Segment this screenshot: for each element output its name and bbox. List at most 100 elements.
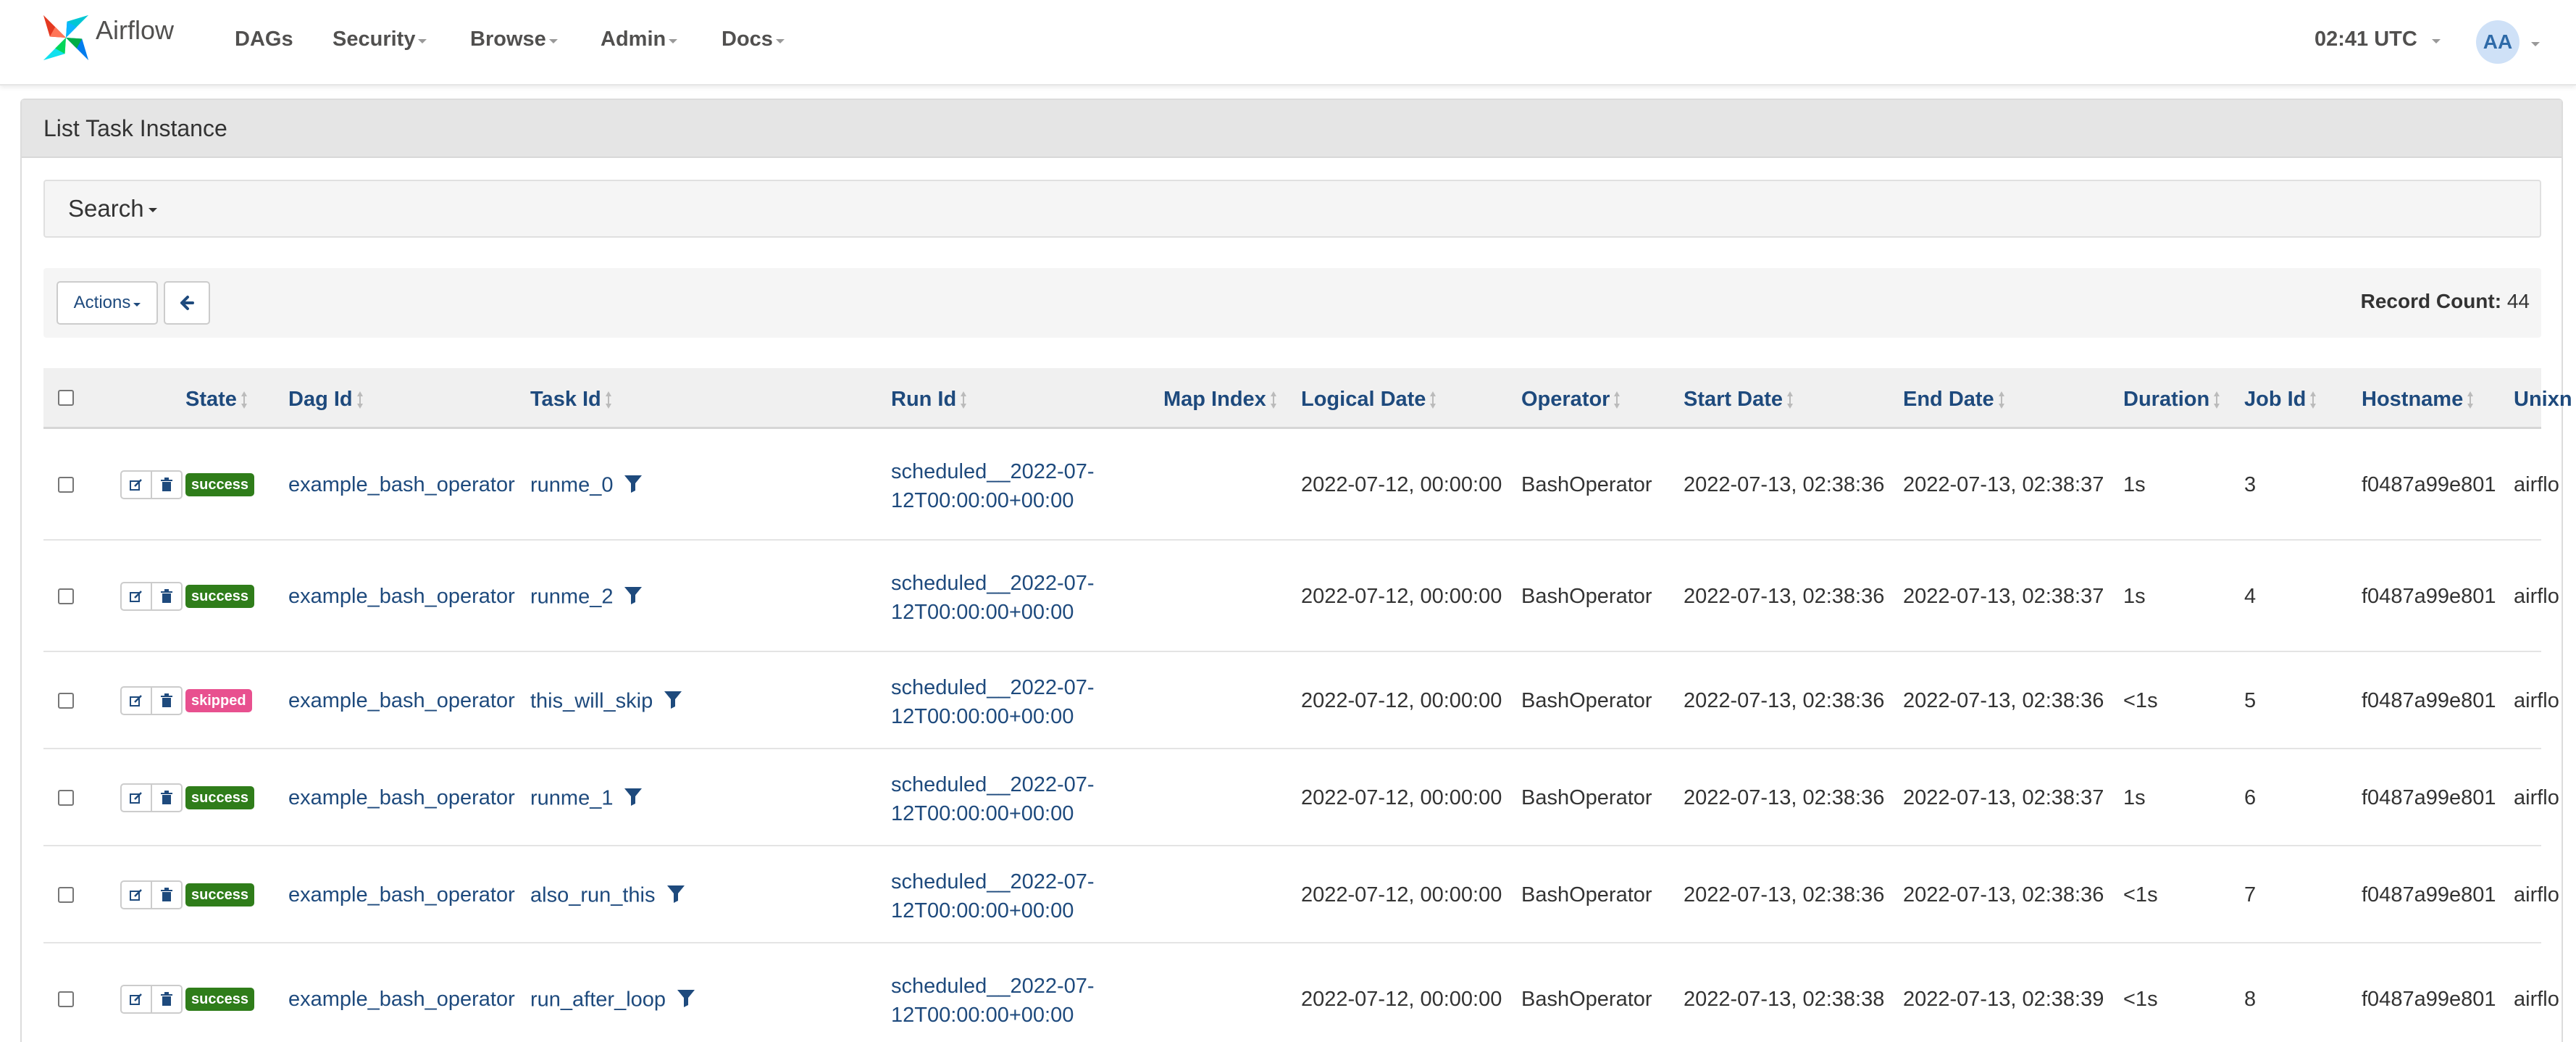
delete-record-button[interactable] [151,985,183,1014]
nav-dags[interactable]: DAGs [235,28,293,51]
col-state[interactable]: State [185,388,247,412]
edit-record-button[interactable] [120,470,152,499]
dag-id-link[interactable]: example_bash_operator [288,883,515,907]
run-id-link[interactable]: scheduled__2022-07- 12T00:00:00+00:00 [891,770,1095,828]
row-checkbox[interactable] [58,887,74,903]
edit-record-button[interactable] [120,880,152,909]
sort-icon [1787,391,1793,409]
duration-cell: <1s [2123,883,2158,906]
chevron-down-icon [418,38,427,43]
chevron-down-icon[interactable] [2531,42,2540,46]
task-id-cell: runme_0 [530,473,643,499]
dag-id-link[interactable]: example_bash_operator [288,689,515,713]
table-row: success example_bash_operator runme_2 sched… [43,541,2559,652]
state-badge[interactable]: success [185,883,254,906]
col-dag-id[interactable]: Dag Id [288,388,363,412]
delete-record-button[interactable] [151,582,183,611]
edit-record-button[interactable] [120,686,152,715]
state-badge[interactable]: skipped [185,689,252,712]
start-date-cell: 2022-07-13, 02:38:36 [1684,689,1885,712]
col-map-index[interactable]: Map Index [1163,388,1276,412]
filter-icon[interactable] [676,988,696,1014]
hostname-cell: f0487a99e801 [2362,988,2496,1011]
filter-icon[interactable] [623,585,643,611]
search-toggle[interactable]: Search [43,180,2541,238]
filter-icon[interactable] [623,473,643,499]
col-logical-date[interactable]: Logical Date [1301,388,1437,412]
state-badge[interactable]: success [185,473,254,496]
state-badge[interactable]: success [185,786,254,809]
run-id-link[interactable]: scheduled__2022-07- 12T00:00:00+00:00 [891,972,1095,1030]
nav-docs[interactable]: Docs [722,28,785,51]
row-checkbox[interactable] [58,790,74,806]
row-checkbox[interactable] [58,991,74,1007]
delete-record-button[interactable] [151,686,183,715]
task-id-link[interactable]: runme_0 [530,474,613,497]
dag-id-link[interactable]: example_bash_operator [288,473,515,497]
nav-security[interactable]: Security [333,28,427,51]
dag-id-link[interactable]: example_bash_operator [288,585,515,609]
unixname-cell: airflo [2514,883,2559,906]
back-button[interactable] [164,281,210,325]
delete-record-button[interactable] [151,783,183,812]
task-id-link[interactable]: this_will_skip [530,690,653,713]
task-id-link[interactable]: runme_2 [530,585,613,609]
col-task-id[interactable]: Task Id [530,388,611,412]
sort-icon [1614,391,1621,409]
timezone-clock[interactable]: 02:41 UTC [2314,28,2441,51]
col-hostname[interactable]: Hostname [2362,388,2474,412]
run-id-line: scheduled__2022-07- [891,572,1095,595]
run-id-link[interactable]: scheduled__2022-07- 12T00:00:00+00:00 [891,867,1095,925]
sort-icon [1998,391,2004,409]
run-id-link[interactable]: scheduled__2022-07- 12T00:00:00+00:00 [891,673,1095,731]
delete-record-button[interactable] [151,880,183,909]
brand-name: Airflow [96,15,175,45]
chevron-down-icon [148,208,157,212]
dag-id-link[interactable]: example_bash_operator [288,988,515,1012]
logical-date-cell: 2022-07-12, 00:00:00 [1301,473,1502,496]
filter-icon[interactable] [666,883,686,909]
nav-browse[interactable]: Browse [470,28,558,51]
select-all-checkbox[interactable] [58,390,74,406]
user-avatar[interactable]: AA [2476,20,2519,64]
col-job-id[interactable]: Job Id [2244,388,2317,412]
row-checkbox[interactable] [58,693,74,709]
run-id-link[interactable]: scheduled__2022-07- 12T00:00:00+00:00 [891,569,1095,627]
row-checkbox[interactable] [58,477,74,493]
nav-admin[interactable]: Admin [601,28,678,51]
col-operator[interactable]: Operator [1521,388,1621,412]
actions-button[interactable]: Actions [57,281,158,325]
unixname-cell: airflo [2514,689,2559,712]
task-id-link[interactable]: runme_1 [530,787,613,810]
filter-icon[interactable] [663,689,683,715]
run-id-line: scheduled__2022-07- [891,975,1095,998]
run-id-link[interactable]: scheduled__2022-07- 12T00:00:00+00:00 [891,457,1095,515]
edit-record-button[interactable] [120,783,152,812]
panel-title: List Task Instance [22,100,2562,158]
edit-record-button[interactable] [120,985,152,1014]
job-id-cell: 8 [2244,988,2257,1011]
trash-icon [161,791,172,804]
col-start-date[interactable]: Start Date [1684,388,1793,412]
col-duration[interactable]: Duration [2123,388,2220,412]
nav-admin-label: Admin [601,28,666,51]
delete-record-button[interactable] [151,470,183,499]
edit-icon [130,591,142,602]
edit-icon [130,889,142,901]
task-id-link[interactable]: run_after_loop [530,988,666,1012]
filter-icon[interactable] [623,786,643,812]
col-run-id[interactable]: Run Id [891,388,967,412]
hostname-cell: f0487a99e801 [2362,883,2496,906]
end-date-cell: 2022-07-13, 02:38:37 [1903,473,2104,496]
state-badge[interactable]: success [185,988,254,1011]
dag-id-link[interactable]: example_bash_operator [288,786,515,810]
brand[interactable]: Airflow [39,9,174,67]
edit-record-button[interactable] [120,582,152,611]
col-end-date[interactable]: End Date [1903,388,2004,412]
row-checkbox[interactable] [58,588,74,604]
col-unixname[interactable]: Unixn [2514,388,2572,412]
unixname-cell: airflo [2514,786,2559,809]
task-id-link[interactable]: also_run_this [530,884,656,907]
state-badge[interactable]: success [185,585,254,608]
logical-date-cell: 2022-07-12, 00:00:00 [1301,786,1502,809]
